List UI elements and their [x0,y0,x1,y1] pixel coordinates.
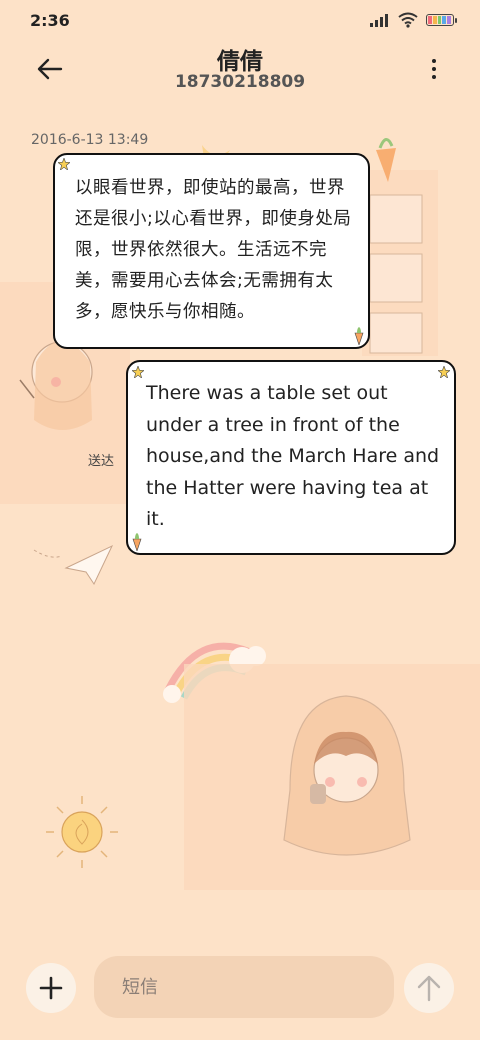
more-vertical-icon [432,59,436,63]
message-text: 以眼看世界，即使站的最高，世界还是很小;以心看世界，即使身处局限，世界依然很大。… [75,178,352,322]
delivery-status: 送达 [88,454,115,469]
send-button[interactable] [404,963,454,1013]
battery-icon [426,14,457,26]
status-time: 2:36 [30,11,70,30]
status-bar: 2:36 [0,0,480,42]
message-text: There was a table set out under a tree i… [146,382,440,530]
more-options-button[interactable] [424,54,444,84]
contact-number: 18730218809 [174,72,306,92]
star-sticker-icon [132,366,144,378]
arrow-up-icon [417,975,441,1002]
plus-icon [39,976,63,1000]
message-timestamp: 2016-6-13 13:49 [31,132,149,148]
carrot-sticker-icon [354,327,364,345]
star-sticker-icon [58,158,70,170]
status-icons [370,12,457,28]
wifi-icon [398,12,418,28]
message-input[interactable] [94,956,394,1018]
signal-icon [370,13,390,27]
contact-name: 倩倩 [217,49,263,75]
add-attachment-button[interactable] [26,963,76,1013]
conversation-header: 倩倩 18730218809 [0,42,480,100]
carrot-sticker-icon [132,533,142,551]
message-bubble[interactable]: 以眼看世界，即使站的最高，世界还是很小;以心看世界，即使身处局限，世界依然很大。… [53,153,370,349]
message-bubble[interactable]: There was a table set out under a tree i… [126,360,456,555]
star-sticker-icon [438,366,450,378]
